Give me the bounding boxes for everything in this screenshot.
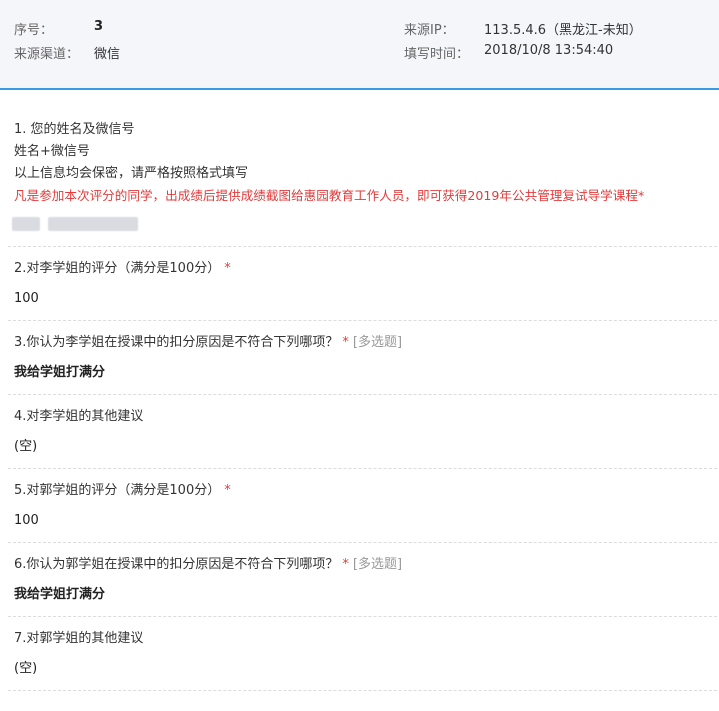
- question-2-title: 2.对李学姐的评分（满分是100分） *: [14, 261, 231, 276]
- required-mark: *: [224, 483, 231, 498]
- divider: [8, 542, 717, 543]
- question-1-desc-format: 姓名+微信号: [14, 144, 90, 159]
- question-6-answer: 我给学姐打满分: [14, 587, 106, 602]
- question-3-title: 3.你认为李学姐在授课中的扣分原因是不符合下列哪项？ * [多选题]: [14, 335, 403, 350]
- question-4-title: 4.对李学姐的其他建议: [14, 409, 144, 424]
- response-meta-header: 序号： 3 来源渠道： 微信 来源IP： 113.5.4.6（黑龙江-未知） 填…: [0, 0, 719, 90]
- required-mark: *: [342, 557, 349, 572]
- question-1-title: 1. 您的姓名及微信号: [14, 122, 135, 137]
- required-mark: *: [637, 188, 645, 203]
- question-6-title: 6.你认为郭学姐在授课中的扣分原因是不符合下列哪项？ * [多选题]: [14, 557, 403, 572]
- question-7-answer: (空): [14, 661, 38, 676]
- ip-label: 来源IP：: [404, 23, 455, 38]
- ip-value: 113.5.4.6（黑龙江-未知）: [484, 23, 642, 38]
- question-4-answer: (空): [14, 439, 38, 454]
- channel-label: 来源渠道：: [14, 47, 80, 62]
- question-5-title: 5.对郭学姐的评分（满分是100分） *: [14, 483, 231, 498]
- divider: [8, 468, 717, 469]
- redacted-name: [12, 217, 40, 231]
- divider: [8, 320, 717, 321]
- redacted-wechat-id: [48, 217, 138, 231]
- time-value: 2018/10/8 13:54:40: [484, 43, 614, 58]
- divider: [8, 690, 717, 691]
- question-1-desc-privacy: 以上信息均会保密，请严格按照格式填写: [14, 166, 249, 181]
- time-label: 填写时间：: [404, 47, 470, 62]
- question-3-answer: 我给学姐打满分: [14, 365, 106, 380]
- multi-select-tag: [多选题]: [352, 335, 403, 350]
- question-1-desc-notice: 凡是参加本次评分的同学，出成绩后提供成绩截图给惠园教育工作人员，即可获得2019…: [14, 188, 645, 203]
- divider: [8, 394, 717, 395]
- serial-label: 序号：: [14, 23, 54, 38]
- serial-value: 3: [94, 19, 104, 34]
- question-7-title: 7.对郭学姐的其他建议: [14, 631, 144, 646]
- channel-value: 微信: [94, 47, 121, 62]
- multi-select-tag: [多选题]: [352, 557, 403, 572]
- required-mark: *: [342, 335, 349, 350]
- required-mark: *: [224, 261, 231, 276]
- divider: [8, 246, 717, 247]
- question-2-answer: 100: [14, 291, 39, 306]
- question-5-answer: 100: [14, 513, 39, 528]
- divider: [8, 616, 717, 617]
